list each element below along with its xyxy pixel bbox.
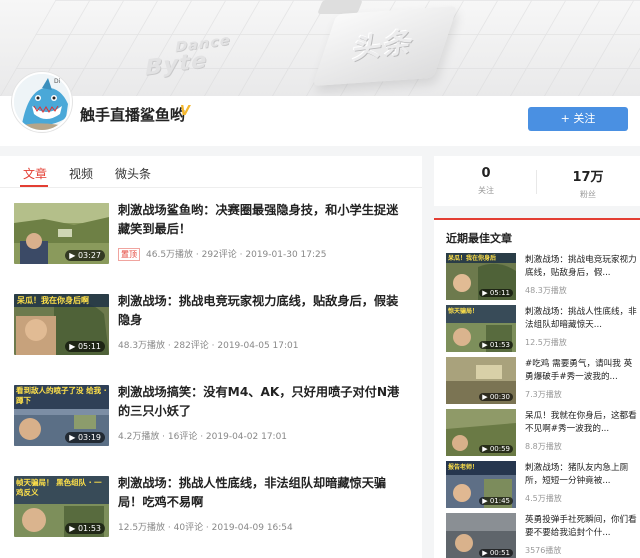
article-meta: 12.5万播放 · 40评论 · 2019-04-09 16:54 xyxy=(118,520,293,533)
best-article-thumbnail[interactable]: ▶ 00:59 xyxy=(446,409,516,456)
article-title[interactable]: 刺激战场鲨鱼哟：决赛圈最强隐身技，和小学生捉迷藏笑到最后！ xyxy=(118,201,410,239)
best-article-views: 4.5万播放 xyxy=(525,494,562,503)
article-item[interactable]: 看到敌人的喷子了没 给我 · 蹲下 ▶ 03:19 刺激战场搞笑：没有M4、AK… xyxy=(14,385,410,451)
article-stats: 4.2万播放 · 16评论 · 2019-04-02 17:01 xyxy=(118,432,288,442)
article-meta: 4.2万播放 · 16评论 · 2019-04-02 17:01 xyxy=(118,429,287,442)
profile-banner: Dance Byte 头条 xyxy=(0,0,640,96)
best-article-thumbnail[interactable]: ▶ 00:30 xyxy=(446,357,516,404)
fans-count: 17万 xyxy=(572,170,604,185)
video-duration: ▶ 01:53 xyxy=(65,523,105,534)
best-article-item[interactable]: ▶ 00:30 #吃鸡 需要勇气，请叫我 英勇爆破手#秀一波我的... 7.3万… xyxy=(446,357,640,407)
article-list-panel: 文章 视频 微头条 ▶ 03:27 刺激战场鲨鱼哟：决赛圈最强隐身技，和小学生捉… xyxy=(0,156,422,558)
article-title[interactable]: 刺激战场：挑战人性底线，非法组队却暗藏惊天骗局！吃鸡不易啊 xyxy=(118,474,410,512)
best-article-item[interactable]: ▶ 00:51 英勇投弹手社死瞬间，你们看要不要给我追封个什... 3576播放 xyxy=(446,513,640,558)
verified-badge-icon: V xyxy=(180,104,191,119)
video-duration: ▶ 00:59 xyxy=(479,445,513,453)
article-thumbnail[interactable]: 帧天骗局！ 黑色组队 · 一鸡反义 ▶ 01:53 xyxy=(14,476,109,537)
best-articles-panel: 近期最佳文章 呆瓜！我在你身后 ▶ 05:11 刺激战场：挑战电竞玩家视力底线，… xyxy=(434,218,640,558)
article-item[interactable]: 帧天骗局！ 黑色组队 · 一鸡反义 ▶ 01:53 刺激战场：挑战人性底线，非法… xyxy=(14,476,410,542)
tab-articles[interactable]: 文章 xyxy=(23,165,47,182)
following-count: 0 xyxy=(481,166,491,181)
best-article-views: 8.8万播放 xyxy=(525,442,562,451)
thumbnail-caption: 看到敌人的喷子了没 给我 · 蹲下 xyxy=(16,386,107,405)
tab-micro-posts[interactable]: 微头条 xyxy=(115,165,151,182)
stat-following[interactable]: 0 关注 xyxy=(436,166,536,196)
best-article-views: 7.3万播放 xyxy=(525,390,562,399)
user-name: 触手直播鲨鱼哟 xyxy=(80,106,186,124)
best-article-views: 12.5万播放 xyxy=(525,338,567,347)
best-article-title[interactable]: 刺激战场：挑战人性底线，非法组队却暗藏惊天... xyxy=(525,306,637,332)
content-tabs: 文章 视频 微头条 xyxy=(0,156,422,188)
article-thumbnail[interactable]: ▶ 03:27 xyxy=(14,203,109,264)
best-article-thumbnail[interactable]: 呆瓜！我在你身后 ▶ 05:11 xyxy=(446,253,516,300)
best-article-item[interactable]: 报告老师！ ▶ 01:45 刺激战场：猪队友内急上厕所，短短一分钟竟被... 4… xyxy=(446,461,640,511)
video-duration: ▶ 00:30 xyxy=(479,393,513,401)
video-duration: ▶ 05:11 xyxy=(479,289,513,297)
article-item[interactable]: 呆瓜！我在你身后啊 ▶ 05:11 刺激战场：挑战电竞玩家视力底线，贴敌身后，假… xyxy=(14,294,410,360)
article-stats: 48.3万播放 · 282评论 · 2019-04-05 17:01 xyxy=(118,341,299,351)
tab-videos[interactable]: 视频 xyxy=(69,165,93,182)
thumbnail-caption: 帧天骗局！ 黑色组队 · 一鸡反义 xyxy=(16,478,102,497)
video-duration: ▶ 03:19 xyxy=(65,432,105,443)
video-duration: ▶ 01:53 xyxy=(479,341,513,349)
article-item[interactable]: ▶ 03:27 刺激战场鲨鱼哟：决赛圈最强隐身技，和小学生捉迷藏笑到最后！ 置顶… xyxy=(14,203,410,269)
thumbnail-caption: 惊天骗局！ xyxy=(448,308,479,315)
best-article-thumbnail[interactable]: ▶ 00:51 xyxy=(446,513,516,558)
profile-stats: 0 关注 17万 粉丝 xyxy=(434,156,640,206)
article-stats: 46.5万播放 · 292评论 · 2019-01-30 17:25 xyxy=(146,250,327,260)
thumbnail-caption: 呆瓜！我在你身后 xyxy=(448,255,497,262)
fans-label: 粉丝 xyxy=(580,190,596,199)
video-duration: ▶ 01:45 xyxy=(479,497,513,505)
article-meta: 置顶 46.5万播放 · 292评论 · 2019-01-30 17:25 xyxy=(118,247,326,261)
best-article-item[interactable]: 惊天骗局！ ▶ 01:53 刺激战场：挑战人性底线，非法组队却暗藏惊天... 1… xyxy=(446,305,640,355)
best-article-thumbnail[interactable]: 惊天骗局！ ▶ 01:53 xyxy=(446,305,516,352)
best-articles-title: 近期最佳文章 xyxy=(446,232,512,245)
best-article-title[interactable]: 呆瓜！我就在你身后，这都看不见啊#秀一波我的... xyxy=(525,410,637,436)
stat-fans[interactable]: 17万 粉丝 xyxy=(538,166,638,200)
best-article-title[interactable]: #吃鸡 需要勇气，请叫我 英勇爆破手#秀一波我的... xyxy=(525,358,637,384)
thumbnail-caption: 呆瓜！我在你身后啊 xyxy=(17,296,89,305)
stat-divider xyxy=(536,170,537,194)
article-title[interactable]: 刺激战场搞笑：没有M4、AK，只好用喷子对付N港的三只小妖了 xyxy=(118,383,410,421)
article-thumbnail[interactable]: 呆瓜！我在你身后啊 ▶ 05:11 xyxy=(14,294,109,355)
avatar-tag: Di xyxy=(54,78,61,85)
best-article-title[interactable]: 英勇投弹手社死瞬间，你们看要不要给我追封个什... xyxy=(525,514,637,540)
following-label: 关注 xyxy=(478,186,494,195)
video-duration: ▶ 00:51 xyxy=(479,549,513,557)
article-title[interactable]: 刺激战场：挑战电竞玩家视力底线，贴敌身后，假装隐身 xyxy=(118,292,410,330)
best-article-title[interactable]: 刺激战场：猪队友内急上厕所，短短一分钟竟被... xyxy=(525,462,637,488)
best-article-views: 48.3万播放 xyxy=(525,286,567,295)
video-duration: ▶ 05:11 xyxy=(65,341,105,352)
follow-button[interactable]: + 关注 xyxy=(528,107,628,131)
pinned-badge: 置顶 xyxy=(118,248,140,261)
video-duration: ▶ 03:27 xyxy=(65,250,105,261)
active-tab-indicator xyxy=(20,185,48,187)
thumbnail-caption: 报告老师！ xyxy=(448,464,479,471)
best-article-title[interactable]: 刺激战场：挑战电竞玩家视力底线，贴敌身后，假... xyxy=(525,254,637,280)
best-article-thumbnail[interactable]: 报告老师！ ▶ 01:45 xyxy=(446,461,516,508)
article-stats: 12.5万播放 · 40评论 · 2019-04-09 16:54 xyxy=(118,523,293,533)
article-meta: 48.3万播放 · 282评论 · 2019-04-05 17:01 xyxy=(118,338,298,351)
best-article-item[interactable]: 呆瓜！我在你身后 ▶ 05:11 刺激战场：挑战电竞玩家视力底线，贴敌身后，假.… xyxy=(446,253,640,303)
best-article-views: 3576播放 xyxy=(525,546,562,555)
best-article-item[interactable]: ▶ 00:59 呆瓜！我就在你身后，这都看不见啊#秀一波我的... 8.8万播放 xyxy=(446,409,640,459)
article-thumbnail[interactable]: 看到敌人的喷子了没 给我 · 蹲下 ▶ 03:19 xyxy=(14,385,109,446)
avatar[interactable] xyxy=(12,72,72,132)
